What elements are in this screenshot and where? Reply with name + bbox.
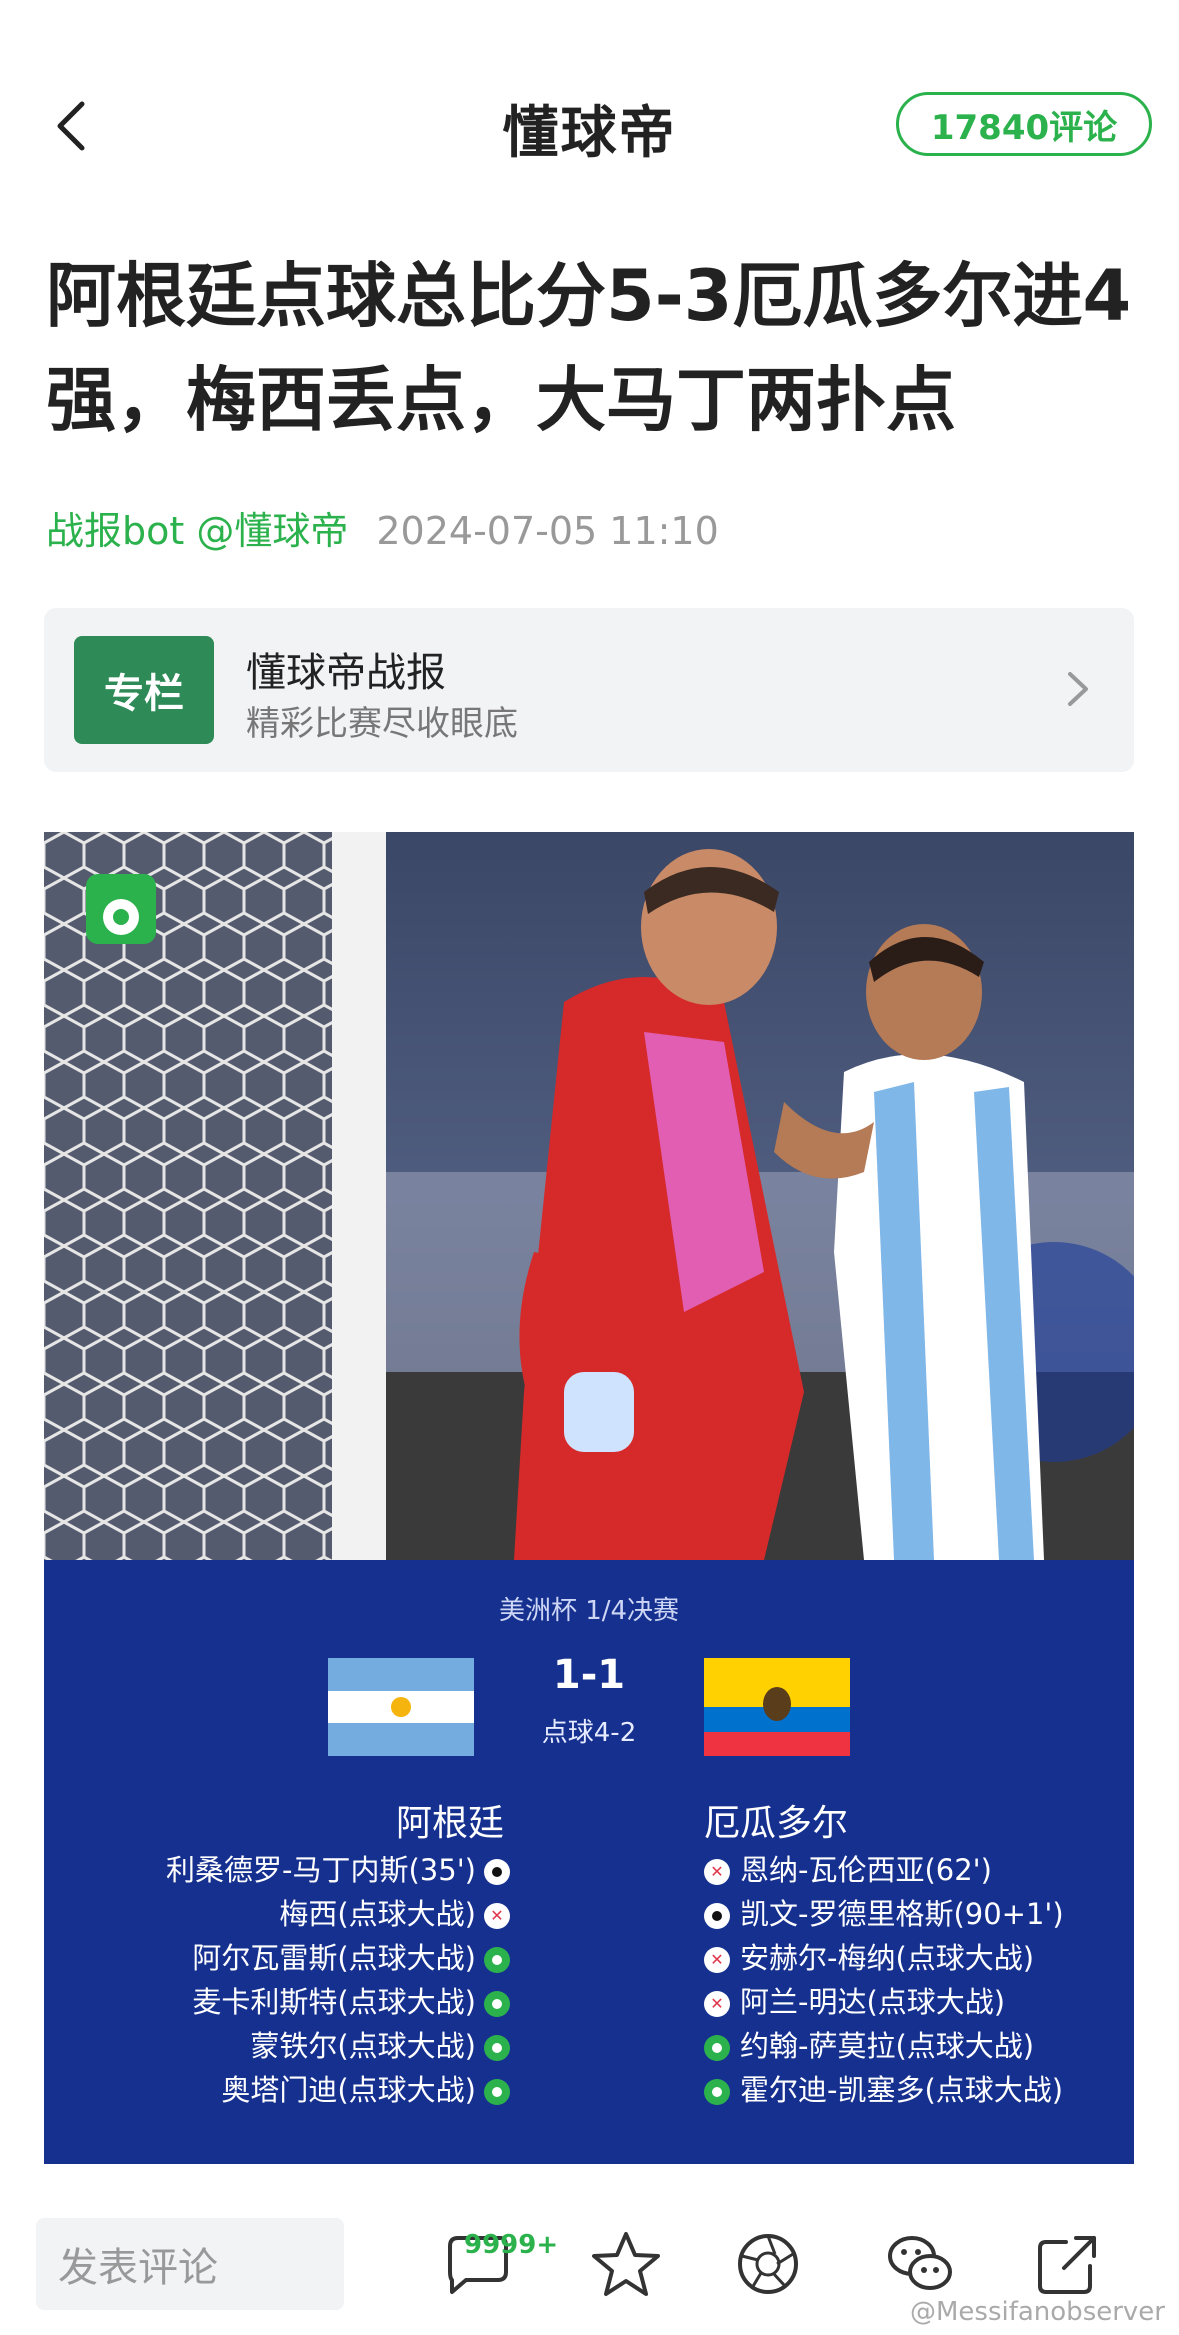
wechat-icon[interactable] <box>882 2226 958 2302</box>
away-events: 恩纳-瓦伦西亚(62') 凯文-罗德里格斯(90+1') 安赫尔-梅纳(点球大战… <box>704 1848 1064 2112</box>
event-row: 凯文-罗德里格斯(90+1') <box>704 1892 1064 1936</box>
article-title: 阿根廷点球总比分5-3厄瓜多尔进4强，梅西丢点，大马丁两扑点 <box>46 255 1132 441</box>
event-row: 奥塔门迪(点球大战) <box>166 2068 510 2112</box>
ecuador-flag-icon <box>704 1658 850 1756</box>
star-icon[interactable] <box>588 2226 664 2302</box>
bottom-action-bar: 发表评论 9999+ @Messifanobserver <box>0 2210 1179 2335</box>
scored-penalty-icon <box>704 2035 730 2061</box>
event-row: 安赫尔-梅纳(点球大战) <box>704 1936 1064 1980</box>
match-score: 1-1 <box>552 1652 626 1698</box>
goal-icon <box>484 1859 510 1885</box>
chevron-right-icon <box>1058 664 1098 714</box>
home-events: 利桑德罗-马丁内斯(35') 梅西(点球大战) 阿尔瓦雷斯(点球大战) 麦卡利斯… <box>166 1848 510 2112</box>
shutter-icon[interactable] <box>730 2226 806 2302</box>
score-panel: 美洲杯 1/4决赛 1-1 点球4-2 阿根廷 厄瓜多尔 利桑德罗-马丁内斯(3… <box>44 1560 1134 2164</box>
event-row: 梅西(点球大战) <box>166 1892 510 1936</box>
top-header: 懂球帝 17840评论 <box>0 60 1179 190</box>
article-meta: 战报bot @懂球帝 2024-07-05 11:10 <box>46 500 719 555</box>
home-team-name: 阿根廷 <box>395 1803 504 1844</box>
event-row: 利桑德罗-马丁内斯(35') <box>166 1848 510 1892</box>
scored-penalty-icon <box>484 1947 510 1973</box>
comment-input[interactable]: 发表评论 <box>36 2218 344 2310</box>
comment-count-badge: 9999+ <box>464 2230 559 2260</box>
event-row: 阿兰-明达(点球大战) <box>704 1980 1064 2024</box>
article-date: 2024-07-05 11:10 <box>376 509 719 553</box>
match-photo <box>44 832 1134 1560</box>
penalty-score: 点球4-2 <box>541 1718 637 1748</box>
scored-penalty-icon <box>484 1991 510 2017</box>
column-card[interactable]: 专栏 懂球帝战报 精彩比赛尽收眼底 <box>44 608 1134 772</box>
event-row: 蒙铁尔(点球大战) <box>166 2024 510 2068</box>
event-row: 约翰-萨莫拉(点球大战) <box>704 2024 1064 2068</box>
missed-penalty-icon <box>484 1903 510 1929</box>
event-row: 霍尔迪-凯塞多(点球大战) <box>704 2068 1064 2112</box>
event-row: 麦卡利斯特(点球大战) <box>166 1980 510 2024</box>
away-team-name: 厄瓜多尔 <box>704 1803 849 1844</box>
logo-icon <box>86 874 156 944</box>
column-icon: 专栏 <box>74 636 214 744</box>
missed-icon <box>704 1859 730 1885</box>
missed-penalty-icon <box>704 1991 730 2017</box>
article-author[interactable]: 战报bot @懂球帝 <box>46 509 348 553</box>
column-title: 懂球帝战报 <box>246 650 446 696</box>
scored-penalty-icon <box>484 2079 510 2105</box>
comment-count-button[interactable]: 17840评论 <box>896 92 1152 156</box>
share-icon[interactable] <box>1030 2226 1106 2302</box>
event-row: 恩纳-瓦伦西亚(62') <box>704 1848 1064 1892</box>
scored-penalty-icon <box>484 2035 510 2061</box>
column-subtitle: 精彩比赛尽收眼底 <box>246 704 518 744</box>
event-row: 阿尔瓦雷斯(点球大战) <box>166 1936 510 1980</box>
goal-icon <box>704 1903 730 1929</box>
missed-penalty-icon <box>704 1947 730 1973</box>
scored-penalty-icon <box>704 2079 730 2105</box>
competition-label: 美洲杯 1/4决赛 <box>498 1596 680 1626</box>
watermark: @Messifanobserver <box>909 2297 1165 2327</box>
